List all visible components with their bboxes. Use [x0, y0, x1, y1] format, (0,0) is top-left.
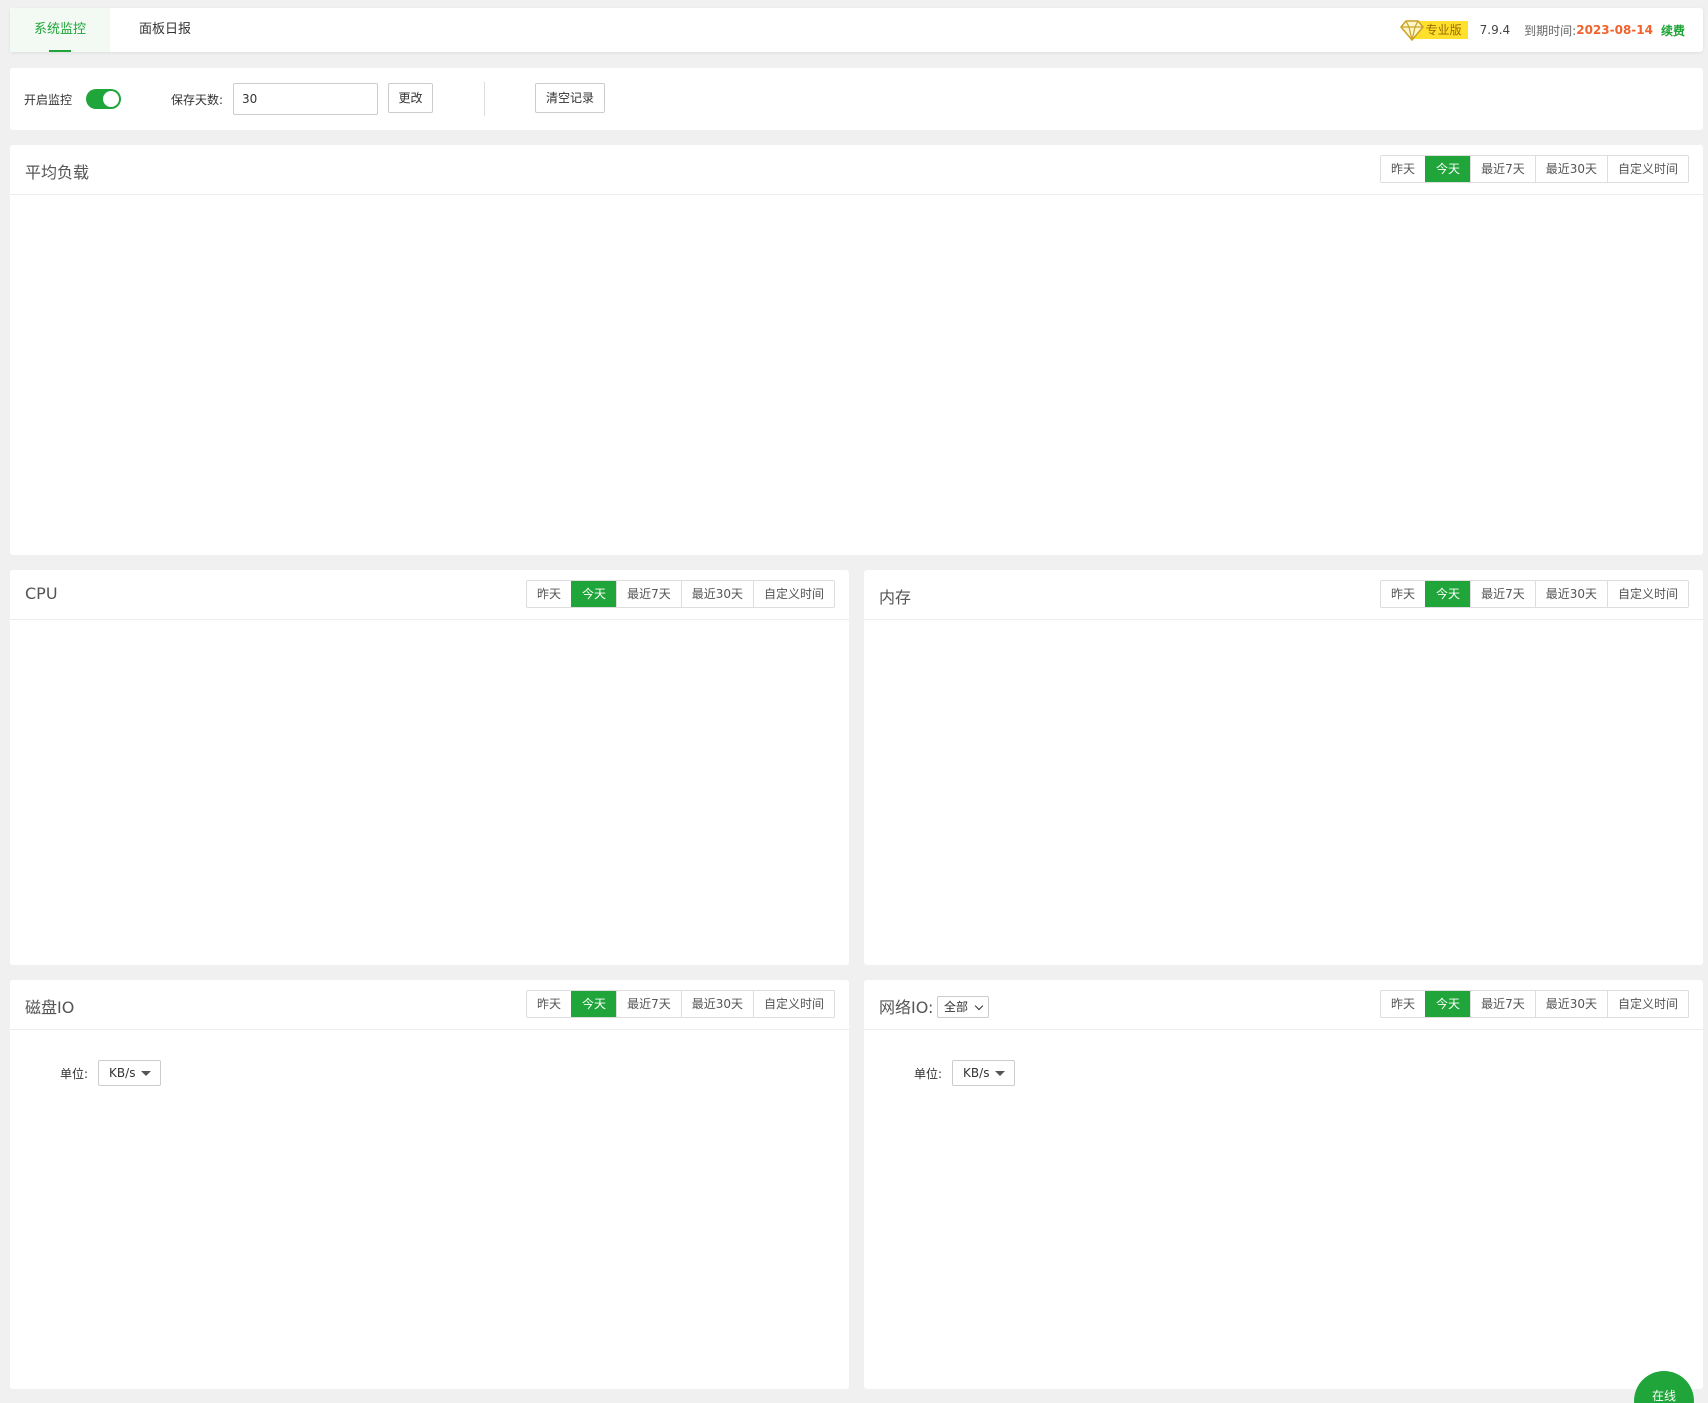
memory-panel: 内存 昨天 今天 最近7天 最近30天 自定义时间: [864, 570, 1703, 965]
time-range-group: 昨天 今天 最近7天 最近30天 自定义时间: [1380, 155, 1689, 183]
time-range-group: 昨天 今天 最近7天 最近30天 自定义时间: [526, 990, 835, 1018]
network-interface-select[interactable]: 全部: [937, 996, 990, 1018]
range-last-30-days[interactable]: 最近30天: [680, 581, 753, 607]
tab-system-monitor[interactable]: 系统监控: [10, 8, 110, 52]
network-interface-value: 全部: [944, 1000, 969, 1014]
range-today[interactable]: 今天: [571, 991, 617, 1017]
expire-date: 2023-08-14: [1576, 23, 1653, 37]
chevron-down-icon: [974, 1001, 984, 1011]
unit-label: 单位:: [914, 1066, 943, 1081]
range-last-30-days[interactable]: 最近30天: [680, 991, 753, 1017]
range-today[interactable]: 今天: [1425, 156, 1471, 182]
expire-label: 到期时间:: [1524, 23, 1577, 38]
panel-title: 网络IO:: [879, 998, 934, 1017]
range-last-30-days[interactable]: 最近30天: [1534, 991, 1607, 1017]
panel-header: 网络IO: 全部 昨天 今天 最近7天 最近30天 自定义时间: [864, 980, 1703, 1030]
range-last-7-days[interactable]: 最近7天: [616, 991, 681, 1017]
panel-title: 平均负载: [25, 163, 90, 182]
range-custom[interactable]: 自定义时间: [1606, 991, 1688, 1017]
load-panel: 平均负载 昨天 今天 最近7天 最近30天 自定义时间: [10, 145, 1703, 555]
unit-value: KB/s: [963, 1066, 990, 1080]
monitor-toggle[interactable]: [86, 89, 121, 109]
range-today[interactable]: 今天: [571, 581, 617, 607]
monitor-control-bar: 开启监控 保存天数: 更改 清空记录: [10, 68, 1703, 130]
license-info: 专业版 7.9.4 到期时间: 2023-08-14 续费: [1399, 8, 1685, 52]
time-range-group: 昨天 今天 最近7天 最近30天 自定义时间: [526, 580, 835, 608]
panel-title: 磁盘IO: [25, 998, 75, 1017]
renew-link[interactable]: 续费: [1661, 22, 1685, 39]
range-custom[interactable]: 自定义时间: [1606, 156, 1688, 182]
network-io-panel: 网络IO: 全部 昨天 今天 最近7天 最近30天 自定义时间 单位: KB/s: [864, 980, 1703, 1389]
version-text: 7.9.4: [1479, 23, 1511, 37]
time-range-group: 昨天 今天 最近7天 最近30天 自定义时间: [1380, 580, 1689, 608]
range-last-7-days[interactable]: 最近7天: [1470, 991, 1535, 1017]
range-last-7-days[interactable]: 最近7天: [1470, 156, 1535, 182]
panel-title: CPU: [25, 584, 58, 603]
caret-down-icon: [141, 1071, 152, 1076]
caret-down-icon: [995, 1071, 1006, 1076]
panel-header: 内存 昨天 今天 最近7天 最近30天 自定义时间: [864, 570, 1703, 620]
diamond-icon: [1399, 20, 1424, 41]
range-last-30-days[interactable]: 最近30天: [1534, 581, 1607, 607]
panel-header: CPU 昨天 今天 最近7天 最近30天 自定义时间: [10, 570, 849, 620]
range-yesterday[interactable]: 昨天: [1381, 156, 1426, 182]
unit-row: 单位: KB/s: [914, 1060, 1016, 1086]
save-days-label: 保存天数:: [171, 93, 224, 107]
range-last-30-days[interactable]: 最近30天: [1534, 156, 1607, 182]
disk-io-panel: 磁盘IO 昨天 今天 最近7天 最近30天 自定义时间 单位: KB/s: [10, 980, 849, 1389]
range-last-7-days[interactable]: 最近7天: [616, 581, 681, 607]
range-yesterday[interactable]: 昨天: [1381, 581, 1426, 607]
cpu-panel: CPU 昨天 今天 最近7天 最近30天 自定义时间: [10, 570, 849, 965]
time-range-group: 昨天 今天 最近7天 最近30天 自定义时间: [1380, 990, 1689, 1018]
unit-label: 单位:: [60, 1066, 89, 1081]
range-custom[interactable]: 自定义时间: [752, 581, 834, 607]
unit-value: KB/s: [109, 1066, 136, 1080]
panel-header: 平均负载 昨天 今天 最近7天 最近30天 自定义时间: [10, 145, 1703, 195]
monitor-toggle-label: 开启监控: [24, 93, 73, 107]
range-custom[interactable]: 自定义时间: [752, 991, 834, 1017]
unit-select[interactable]: KB/s: [952, 1060, 1016, 1086]
change-button[interactable]: 更改: [388, 83, 433, 113]
range-today[interactable]: 今天: [1425, 991, 1471, 1017]
save-days-input[interactable]: [233, 83, 378, 115]
range-yesterday[interactable]: 昨天: [527, 991, 572, 1017]
range-last-7-days[interactable]: 最近7天: [1470, 581, 1535, 607]
unit-select[interactable]: KB/s: [98, 1060, 162, 1086]
panel-title: 内存: [879, 588, 912, 607]
panel-header: 磁盘IO 昨天 今天 最近7天 最近30天 自定义时间: [10, 980, 849, 1030]
range-today[interactable]: 今天: [1425, 581, 1471, 607]
range-yesterday[interactable]: 昨天: [1381, 991, 1426, 1017]
toggle-knob: [103, 91, 119, 107]
tab-panel-daily-report[interactable]: 面板日报: [110, 8, 220, 52]
range-yesterday[interactable]: 昨天: [527, 581, 572, 607]
divider: [484, 82, 485, 116]
unit-row: 单位: KB/s: [60, 1060, 162, 1086]
clear-records-button[interactable]: 清空记录: [535, 83, 605, 113]
range-custom[interactable]: 自定义时间: [1606, 581, 1688, 607]
pro-edition: 专业版: [1399, 19, 1468, 41]
top-tab-bar: 系统监控 面板日报 专业版 7.9.4 到期时间: 2023-08-14 续费: [10, 8, 1703, 52]
